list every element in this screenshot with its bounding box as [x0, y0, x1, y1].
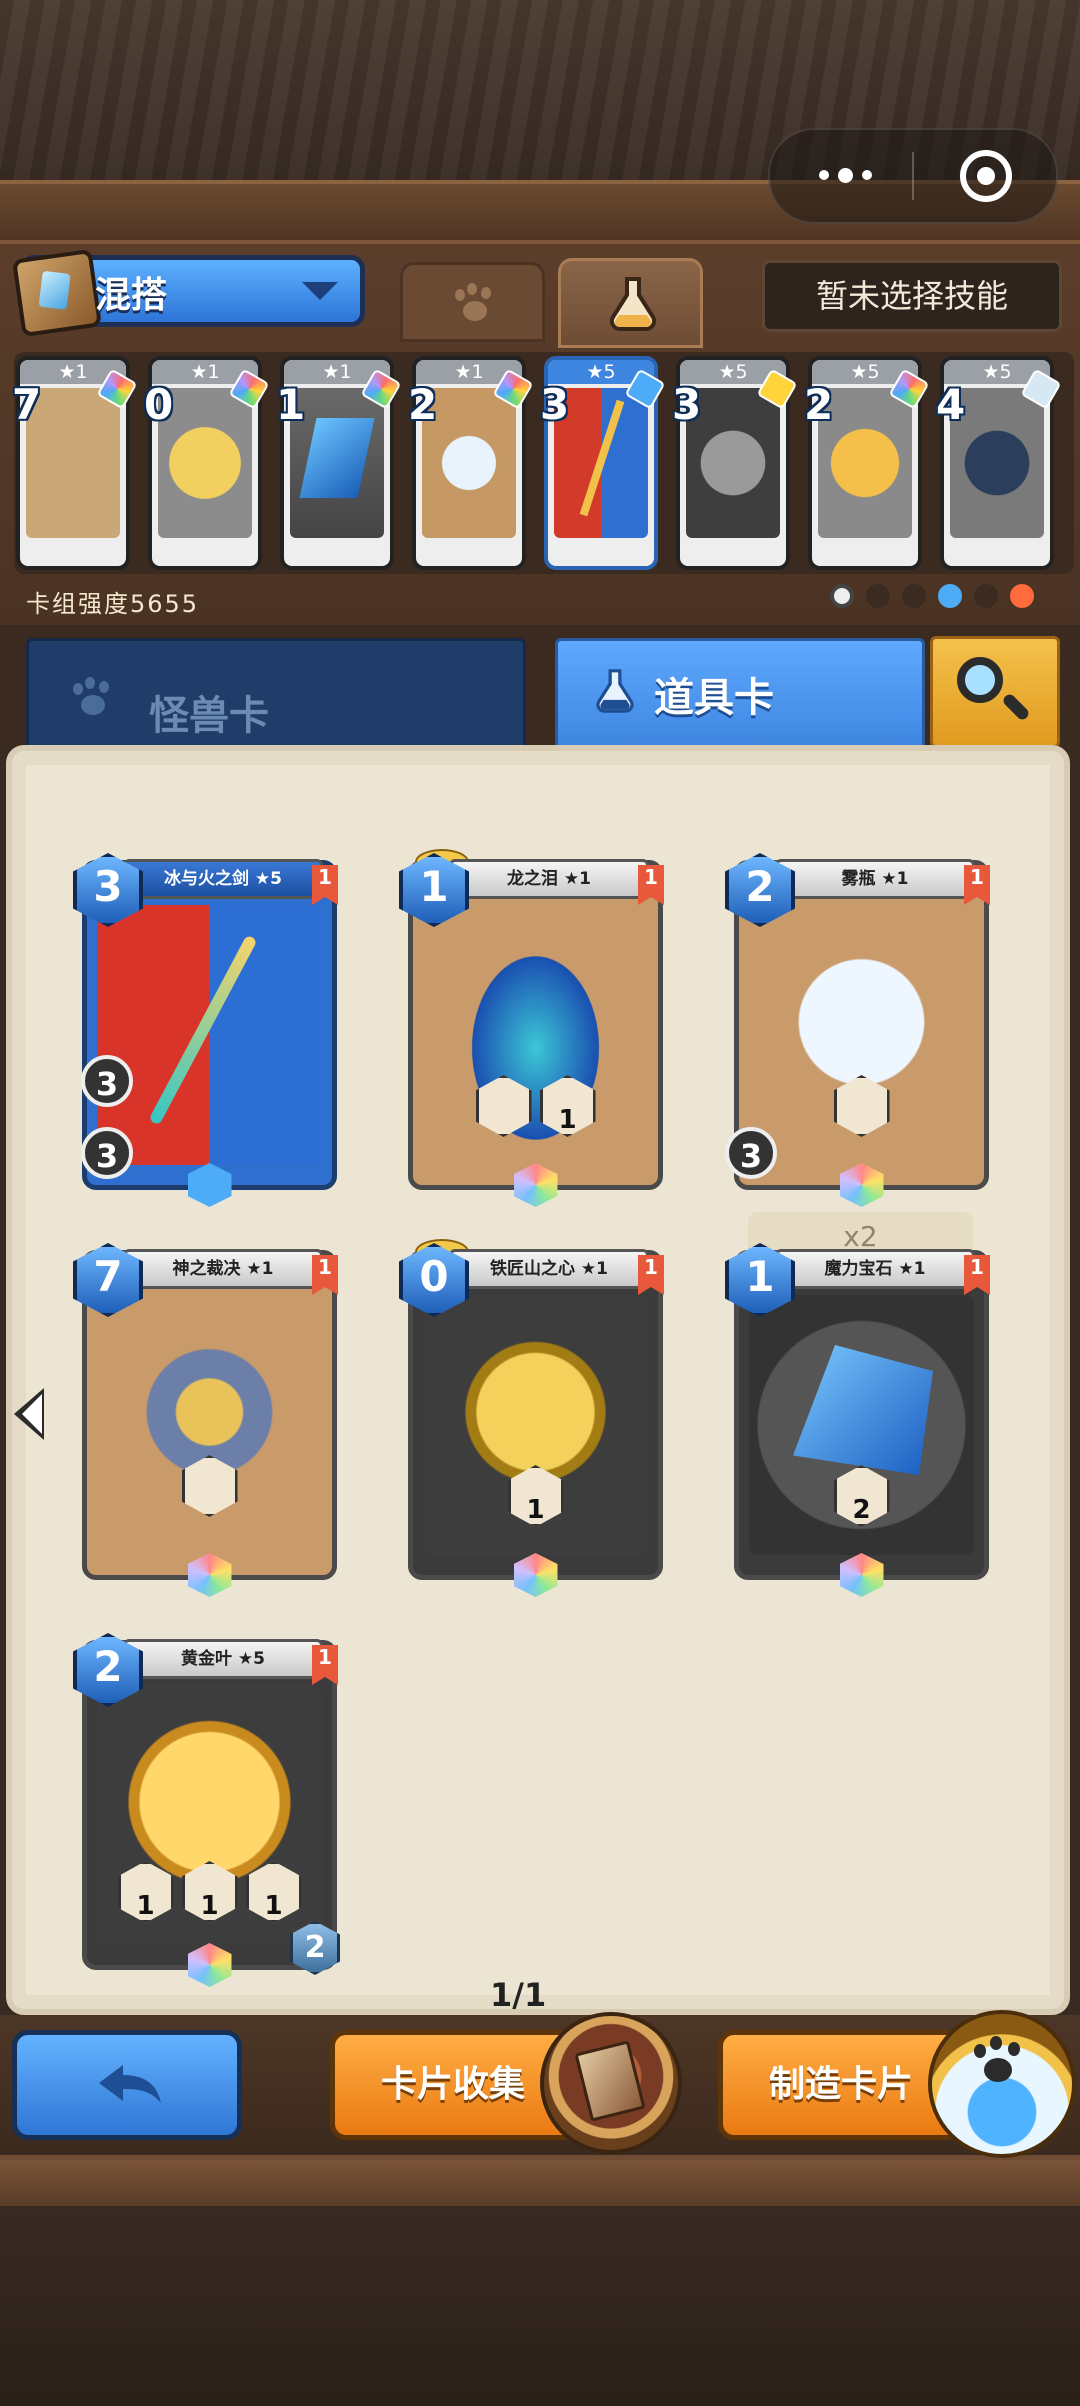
scroll-hex-icon: 2 — [833, 1465, 890, 1527]
item-card[interactable]: 铁匠山之心 ★1 1 0 1 — [399, 1239, 664, 1597]
card-count-flag: 1 — [638, 1255, 664, 1295]
back-arrow-icon — [99, 2065, 161, 2103]
dark-element-icon — [866, 584, 890, 608]
craft-potion-emblem-icon[interactable] — [928, 2010, 1076, 2158]
card-count-flag: 1 — [964, 1255, 990, 1295]
deck-card[interactable]: ★1 7 — [12, 356, 138, 570]
potion-flask-icon — [596, 669, 634, 713]
card-name: 黄金叶 ★5 — [123, 1639, 323, 1679]
card-cost: 1 — [276, 380, 306, 429]
card-name: 龙之泪 ★1 — [449, 859, 649, 899]
deck-card[interactable]: ★5 3 — [540, 356, 666, 570]
deck-book-icon — [11, 248, 103, 338]
paw-icon — [69, 677, 117, 719]
card-cost: 3 — [540, 380, 570, 429]
item-card[interactable]: 雾瓶 ★1 1 2 3 — [725, 853, 990, 1207]
item-card[interactable]: 神之裁决 ★1 1 7 — [73, 1243, 338, 1597]
crystal-hex-icon: 1 — [539, 1075, 596, 1137]
card-cost: 0 — [144, 380, 174, 429]
search-button[interactable] — [930, 636, 1060, 748]
card-effect-icons: 1 1 1 — [87, 1861, 332, 1923]
tab-monster-cards[interactable]: 怪兽卡 — [26, 638, 526, 748]
item-card[interactable]: 魔力宝石 ★1 1 1 2 — [725, 1243, 990, 1597]
card-count-flag: 1 — [312, 1645, 338, 1685]
card-name: 神之裁决 ★1 — [123, 1249, 323, 1289]
capsule-divider — [912, 152, 914, 200]
dark-element-icon — [902, 584, 926, 608]
back-button[interactable] — [12, 2030, 242, 2140]
deck-strength-label: 卡组强度5655 — [26, 590, 200, 618]
card-effect-icons: 2 — [739, 1465, 984, 1527]
card-effect-icons — [739, 1075, 984, 1137]
mini-program-capsule — [768, 128, 1058, 224]
paw-icon — [451, 283, 499, 325]
crystal-hex-icon: 1 — [181, 1861, 238, 1923]
more-dots-icon[interactable] — [810, 160, 880, 190]
deck-card[interactable]: ★1 2 — [408, 356, 534, 570]
card-count-flag: 1 — [638, 865, 664, 905]
tab-monster-label: 怪兽卡 — [149, 693, 269, 739]
search-icon-handle — [1001, 692, 1031, 722]
deck-card[interactable]: ★5 2 — [804, 356, 930, 570]
card-name: 雾瓶 ★1 — [775, 859, 975, 899]
deck-card[interactable]: ★1 0 — [144, 356, 270, 570]
card-cost: 2 — [804, 380, 834, 429]
skill-select-button[interactable]: 暂未选择技能 — [762, 260, 1062, 332]
leaf-hex-icon: 1 — [117, 1861, 174, 1923]
card-cost: 7 — [12, 380, 42, 429]
close-target-icon[interactable] — [960, 150, 1012, 202]
tab-item-label: 道具卡 — [654, 675, 774, 721]
chevron-down-icon — [302, 282, 338, 300]
water-element-icon — [938, 584, 962, 608]
dark-element-icon — [974, 584, 998, 608]
tab-item-deck[interactable] — [558, 258, 703, 348]
attack-ring: 3 — [81, 1127, 133, 1179]
deck-card[interactable]: ★5 3 — [672, 356, 798, 570]
deck-element-icons — [830, 584, 1034, 608]
fire-element-icon — [1010, 584, 1034, 608]
item-card[interactable]: 龙之泪 ★1 1 1 1 — [399, 849, 664, 1207]
neutral-element-icon — [830, 584, 854, 608]
scroll-hex-icon: 1 — [507, 1465, 564, 1527]
tab-item-cards[interactable]: 道具卡 — [555, 638, 925, 750]
attack-ring: 3 — [81, 1055, 133, 1107]
sun-hex-icon — [181, 1455, 238, 1517]
feather-hex-icon: 1 — [245, 1861, 302, 1923]
item-card[interactable]: 冰与火之剑 ★5 1 3 3 3 — [73, 853, 338, 1207]
deck-card[interactable]: ★5 4 — [936, 356, 1062, 570]
card-effect-icons — [87, 1455, 332, 1517]
floor-rail — [0, 2160, 1080, 2206]
card-collection-emblem-icon[interactable] — [540, 2012, 682, 2154]
card-art — [97, 905, 322, 1165]
scroll-hex-icon — [475, 1075, 532, 1137]
card-cost: 4 — [936, 380, 966, 429]
card-cost: 3 — [672, 380, 702, 429]
paw-icon — [970, 2036, 1026, 2086]
card-name: 魔力宝石 ★1 — [775, 1249, 975, 1289]
card-name: 铁匠山之心 ★1 — [449, 1249, 649, 1289]
search-icon — [957, 657, 1003, 703]
item-card[interactable]: 黄金叶 ★5 1 2 1 1 1 2 — [73, 1633, 340, 1987]
card-name: 冰与火之剑 ★5 — [123, 859, 323, 899]
card-effect-icons: 1 — [413, 1075, 658, 1137]
tab-monster-deck[interactable] — [400, 262, 545, 342]
page-indicator: 1/1 — [490, 1976, 547, 2014]
card-effect-icons: 1 — [413, 1465, 658, 1527]
deck-mode-label: 混搭 — [95, 275, 168, 316]
monster-hex-icon — [833, 1075, 890, 1137]
card-count-flag: 1 — [312, 1255, 338, 1295]
card-count-flag: 1 — [312, 865, 338, 905]
potion-flask-icon — [609, 277, 657, 332]
prev-page-arrow-icon[interactable] — [14, 1388, 44, 1440]
card-count-flag: 1 — [964, 865, 990, 905]
deck-mode-dropdown[interactable]: 混搭 — [11, 248, 365, 338]
deck-card[interactable]: ★1 1 — [276, 356, 402, 570]
card-cost: 2 — [408, 380, 438, 429]
